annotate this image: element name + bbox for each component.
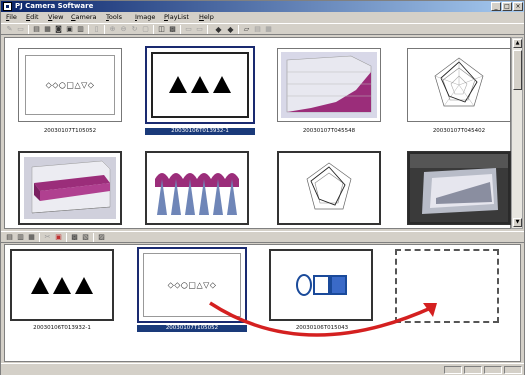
copy-icon[interactable]: ▭ <box>16 25 25 34</box>
settings-icon[interactable]: ▣ <box>65 25 74 34</box>
maximize-button[interactable]: □ <box>502 2 512 11</box>
scroll-up-icon[interactable]: ▲ <box>513 39 522 48</box>
main-toolbar: ✎ ▭ ▤ ▦ ◙ ▣ ▥ ▯ ⊕ ⊖ ↻ ▢ ◫ ▩ ▭ ▭ ◆ ◆ ▱ ▤ … <box>1 23 524 35</box>
thumbnail-item[interactable] <box>18 151 122 225</box>
toolbar-divider <box>39 233 40 242</box>
toolbar-divider <box>66 233 67 242</box>
open-playlist-icon[interactable]: ▥ <box>16 233 25 242</box>
cones-chart-graphic <box>151 157 243 219</box>
play-icon[interactable]: ▩ <box>70 233 79 242</box>
select-icon[interactable]: ✎ <box>5 25 14 34</box>
slideshow-icon[interactable]: ▱ <box>242 25 251 34</box>
compare-icon[interactable]: ◫ <box>157 25 166 34</box>
area-chart-graphic <box>281 52 377 118</box>
folder-icon[interactable]: ▭ <box>195 25 204 34</box>
playlist-pane[interactable]: 20030106T013932-1 ◇◇○□△▽◇ 20030107T10505… <box>4 244 521 362</box>
zoom-in-icon[interactable]: ⊕ <box>108 25 117 34</box>
toolbar-divider <box>104 25 105 34</box>
menu-camera[interactable]: Camera <box>71 13 97 22</box>
toolbar-divider <box>88 25 89 34</box>
thumbnail-caption: 20030107T045548 <box>302 128 356 134</box>
menu-bar: File Edit View Camera Tools Image PlayLi… <box>1 12 524 23</box>
status-cell <box>444 366 462 374</box>
close-button[interactable]: × <box>513 2 523 11</box>
menu-playlist[interactable]: PlayList <box>164 13 189 22</box>
print-icon[interactable]: ▯ <box>92 25 101 34</box>
bar3d-chart-graphic <box>24 157 116 219</box>
save-icon[interactable]: ▥ <box>76 25 85 34</box>
status-cell <box>484 366 502 374</box>
paste-icon[interactable]: ▤ <box>32 25 41 34</box>
thumbnail-image <box>151 52 249 118</box>
toolbar-divider <box>207 25 208 34</box>
crop-icon[interactable]: ▢ <box>141 25 150 34</box>
menu-help[interactable]: Help <box>199 13 214 22</box>
thumbnail-item[interactable] <box>277 48 381 122</box>
thumbnail-item[interactable]: ◇◇○□△▽◇ <box>18 48 122 122</box>
loop-icon[interactable]: ▧ <box>81 233 90 242</box>
scroll-down-icon[interactable]: ▼ <box>513 218 522 227</box>
app-icon <box>3 2 12 11</box>
thumbnail-caption: 20030107T105052 <box>43 128 97 134</box>
thumbs-icon[interactable]: ▦ <box>43 25 52 34</box>
thumbnail-caption: 20030107T045402 <box>432 128 486 134</box>
delete-icon[interactable]: ▣ <box>54 233 63 242</box>
zoom-out-icon[interactable]: ⊖ <box>119 25 128 34</box>
radar-chart-graphic <box>283 157 375 219</box>
title-bar[interactable]: PJ Camera Software _ □ × <box>1 1 524 12</box>
rotate-icon[interactable]: ↻ <box>130 25 139 34</box>
new-playlist-icon[interactable]: ▤ <box>5 233 14 242</box>
thumbnail-caption-selected: 20030106T013932-1 <box>145 128 255 135</box>
menu-file[interactable]: File <box>6 13 17 22</box>
triangles-graphic <box>153 76 247 95</box>
thumbnail-item[interactable] <box>277 151 381 225</box>
thumbnail-item[interactable] <box>407 48 511 122</box>
camera-icon[interactable]: ◙ <box>54 25 63 34</box>
drag-arrow <box>209 301 437 337</box>
next-icon[interactable]: ◆ <box>226 25 235 34</box>
properties-icon[interactable]: ▭ <box>184 25 193 34</box>
toolbar-divider <box>28 25 29 34</box>
remove-icon[interactable]: ✂ <box>43 233 52 242</box>
toolbar-divider <box>238 25 239 34</box>
thumbnail-item[interactable] <box>407 151 511 225</box>
status-bar <box>1 363 524 375</box>
menu-view[interactable]: View <box>48 13 63 22</box>
save-playlist-icon[interactable]: ▦ <box>27 233 36 242</box>
shapes-graphic: ◇◇○□△▽◇ <box>45 80 95 90</box>
status-cell <box>504 366 522 374</box>
present-icon[interactable]: ▨ <box>97 233 106 242</box>
menu-edit[interactable]: Edit <box>26 13 39 22</box>
toolbar-divider <box>180 25 181 34</box>
toolbar-divider <box>153 25 154 34</box>
grid-icon[interactable]: ▩ <box>168 25 177 34</box>
playlist-toolbar: ▤ ▥ ▦ ✂ ▣ ▩ ▧ ▨ <box>1 231 524 243</box>
status-cell <box>464 366 482 374</box>
scroll-thumb[interactable] <box>513 50 522 90</box>
export-icon[interactable]: ▤ <box>253 25 262 34</box>
radar-chart-graphic <box>411 52 507 118</box>
info-icon[interactable]: ▦ <box>264 25 273 34</box>
thumbnail-browser[interactable]: ◇◇○□△▽◇ 20030107T105052 20030106T013932-… <box>4 37 511 229</box>
thumbnail-scrollbar[interactable]: ▲ ▼ <box>511 37 523 229</box>
window-title: PJ Camera Software <box>15 2 94 10</box>
photo-screen-graphic <box>410 154 508 222</box>
thumbnail-item-selected[interactable] <box>145 46 255 124</box>
prev-icon[interactable]: ◆ <box>214 25 223 34</box>
thumbnail-image: ◇◇○□△▽◇ <box>25 55 115 115</box>
app-window: PJ Camera Software _ □ × File Edit View … <box>0 0 525 375</box>
menu-tools[interactable]: Tools <box>106 13 122 22</box>
menu-image[interactable]: Image <box>135 13 155 22</box>
toolbar-divider <box>93 233 94 242</box>
thumbnail-item[interactable] <box>145 151 249 225</box>
minimize-button[interactable]: _ <box>491 2 501 11</box>
